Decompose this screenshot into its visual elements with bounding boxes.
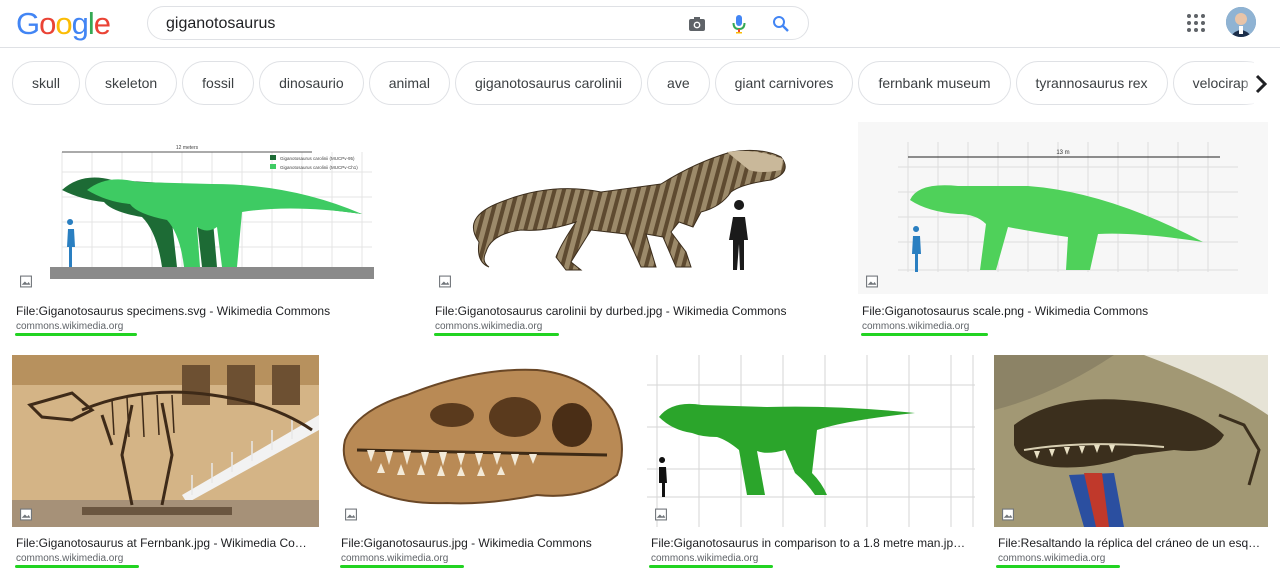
result-source[interactable]: commons.wikimedia.org	[435, 321, 542, 332]
camera-icon[interactable]	[686, 13, 708, 35]
source-underline	[861, 333, 988, 336]
source-underline	[15, 565, 139, 568]
image-badge-icon	[439, 275, 451, 288]
image-result[interactable]: 12 meters Giganotosaurus carolinii (MUCP…	[12, 122, 412, 338]
header-bar: Google	[0, 0, 1280, 48]
logo-letter: e	[93, 6, 111, 41]
result-thumbnail[interactable]	[431, 122, 839, 294]
microphone-icon[interactable]	[728, 13, 750, 35]
source-underline	[15, 333, 137, 336]
scale-label: 13 m	[1056, 150, 1069, 156]
result-source[interactable]: commons.wikimedia.org	[16, 321, 123, 332]
chevron-right-icon	[1255, 74, 1268, 94]
result-title[interactable]: File:Giganotosaurus specimens.svg - Wiki…	[16, 304, 412, 318]
chip-giant-carnivores[interactable]: giant carnivores	[714, 61, 854, 105]
chip-tyrannosaurus-rex[interactable]: tyrannosaurus rex	[1015, 61, 1168, 105]
result-source[interactable]: commons.wikimedia.org	[16, 553, 123, 564]
result-title[interactable]: File:Giganotosaurus in comparison to a 1…	[651, 536, 971, 550]
result-source[interactable]: commons.wikimedia.org	[651, 553, 758, 564]
image-result[interactable]: File:Giganotosaurus carolinii by durbed.…	[431, 122, 839, 338]
search-actions	[686, 13, 792, 35]
image-badge-icon	[655, 508, 667, 521]
result-thumbnail[interactable]	[994, 355, 1268, 527]
source-underline	[340, 565, 464, 568]
chip-ave[interactable]: ave	[647, 61, 710, 105]
image-result[interactable]: File:Giganotosaurus in comparison to a 1…	[647, 355, 975, 573]
result-title[interactable]: File:Giganotosaurus at Fernbank.jpg - Wi…	[16, 536, 315, 550]
scale-label: 12 meters	[176, 145, 199, 151]
source-underline	[649, 565, 773, 568]
logo-letter: o	[39, 6, 56, 41]
result-thumbnail[interactable]	[647, 355, 975, 527]
google-logo[interactable]: Google	[16, 6, 111, 42]
result-title[interactable]: File:Giganotosaurus scale.png - Wikimedi…	[862, 304, 1268, 318]
search-box	[147, 6, 809, 40]
result-thumbnail[interactable]	[12, 355, 319, 527]
image-result[interactable]: File:Giganotosaurus at Fernbank.jpg - Wi…	[12, 355, 319, 573]
chip-dinosaurio[interactable]: dinosaurio	[259, 61, 364, 105]
result-title[interactable]: File:Giganotosaurus carolinii by durbed.…	[435, 304, 839, 318]
source-underline	[434, 333, 559, 336]
image-badge-icon	[866, 275, 878, 288]
chip-fernbank-museum[interactable]: fernbank museum	[858, 61, 1011, 105]
chip-animal[interactable]: animal	[368, 61, 450, 105]
image-result[interactable]: File:Resaltando la réplica del cráneo de…	[994, 355, 1268, 573]
image-result[interactable]: 13 m File:Giganotosaurus scale.png - Wik…	[858, 122, 1268, 338]
result-thumbnail[interactable]	[337, 355, 628, 527]
result-title[interactable]: File:Giganotosaurus.jpg - Wikimedia Comm…	[341, 536, 628, 550]
logo-letter: o	[55, 6, 72, 41]
legend-item: Giganotosaurus carolinii (MUCPv-95)	[280, 156, 355, 161]
image-badge-icon	[345, 508, 357, 521]
chips-next-button[interactable]	[1254, 62, 1280, 106]
legend-item: Giganotosaurus carolinii (MUCPv-Ch1)	[280, 165, 358, 170]
apps-grid-icon[interactable]	[1185, 12, 1207, 34]
chip-fossil[interactable]: fossil	[182, 61, 255, 105]
search-icon[interactable]	[770, 13, 792, 35]
result-thumbnail[interactable]: 13 m	[858, 122, 1268, 294]
chip-skull[interactable]: skull	[12, 61, 81, 105]
image-badge-icon	[20, 275, 32, 288]
source-underline	[996, 565, 1120, 568]
result-source[interactable]: commons.wikimedia.org	[862, 321, 969, 332]
chip-giganotosaurus-carolinii[interactable]: giganotosaurus carolinii	[454, 61, 643, 105]
image-badge-icon	[1002, 508, 1014, 521]
result-source[interactable]: commons.wikimedia.org	[998, 553, 1105, 564]
result-source[interactable]: commons.wikimedia.org	[341, 553, 448, 564]
logo-letter: G	[16, 6, 40, 41]
result-thumbnail[interactable]: 12 meters Giganotosaurus carolinii (MUCP…	[12, 122, 412, 294]
result-title[interactable]: File:Resaltando la réplica del cráneo de…	[998, 536, 1264, 550]
search-input[interactable]	[166, 13, 666, 35]
related-search-chips: skull skeleton fossil dinosaurio animal gigan…	[12, 61, 1280, 105]
image-result[interactable]: File:Giganotosaurus.jpg - Wikimedia Comm…	[337, 355, 628, 573]
image-badge-icon	[20, 508, 32, 521]
avatar[interactable]	[1226, 7, 1256, 37]
chip-skeleton[interactable]: skeleton	[85, 61, 178, 105]
logo-letter: g	[71, 6, 89, 41]
